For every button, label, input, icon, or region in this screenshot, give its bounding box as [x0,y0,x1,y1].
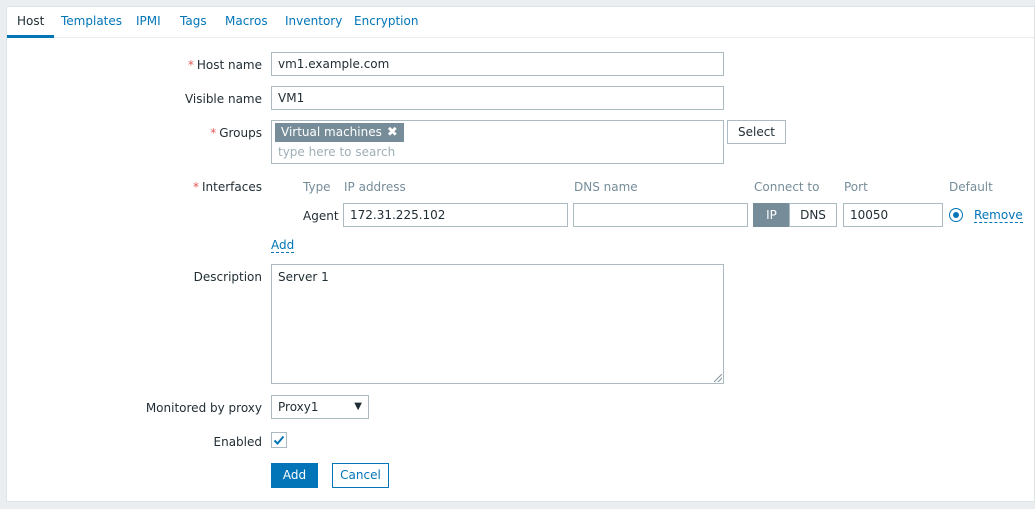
connect-ip-button[interactable]: IP [753,203,790,227]
host-name-label: * Host name [187,58,262,72]
checkmark-icon [273,435,285,445]
host-name-input[interactable]: vm1.example.com [271,52,724,76]
interface-add-link[interactable]: Add [271,239,295,253]
interfaces-header-connect: Connect to [754,180,820,194]
add-host-button[interactable]: Add [271,463,318,488]
groups-label: * Groups [210,126,262,140]
visible-name-label: Visible name [184,92,262,106]
radio-dot [953,212,959,218]
interface-remove-link[interactable]: Remove [974,209,1023,223]
interfaces-header-default: Default [949,180,993,194]
description-textarea[interactable]: Server 1 [271,264,724,384]
tab-tags[interactable]: Tags [180,7,207,38]
tab-templates[interactable]: Templates [61,7,122,38]
tab-encryption[interactable]: Encryption [354,7,418,38]
interfaces-header-ip: IP address [344,180,406,194]
tab-inventory[interactable]: Inventory [285,7,342,38]
resize-handle-icon[interactable] [714,374,722,382]
interfaces-header-dns: DNS name [574,180,638,194]
groups-search-input[interactable]: type here to search [278,145,395,159]
tab-host[interactable]: Host [7,7,55,38]
interfaces-header-type: Type [303,180,331,194]
proxy-select-value: Proxy1 [278,400,319,414]
required-marker: * [193,180,200,194]
connect-dns-button[interactable]: DNS [789,203,837,227]
interface-port-input[interactable]: 10050 [843,203,943,227]
proxy-label: Monitored by proxy [145,401,262,415]
enabled-label: Enabled [213,435,263,449]
interface-dns-input[interactable] [573,203,748,227]
tab-bar: Host Templates IPMI Tags Macros Inventor… [7,7,1034,38]
close-icon[interactable]: ✖ [387,125,398,140]
description-text: Server 1 [278,270,329,284]
groups-multiselect[interactable]: Virtual machines ✖ type here to search [271,120,724,164]
chevron-down-icon: ▼ [354,401,362,412]
visible-name-input[interactable]: VM1 [271,86,724,110]
required-marker: * [187,58,194,72]
groups-select-button[interactable]: Select [727,120,786,144]
radio-selected-icon[interactable] [949,208,963,222]
group-chip: Virtual machines ✖ [275,123,404,142]
enabled-checkbox[interactable] [271,432,287,448]
tab-macros[interactable]: Macros [225,7,268,38]
interface-type: Agent [303,209,339,223]
interface-ip-input[interactable]: 172.31.225.102 [343,203,568,227]
required-marker: * [210,126,217,140]
group-chip-label: Virtual machines [281,125,382,139]
host-form-panel: Host Templates IPMI Tags Macros Inventor… [6,6,1035,502]
tab-ipmi[interactable]: IPMI [136,7,161,38]
interfaces-header-port: Port [844,180,868,194]
description-label: Description [193,270,262,284]
cancel-button[interactable]: Cancel [332,463,389,488]
proxy-select[interactable]: Proxy1 ▼ [271,395,369,419]
interfaces-label: * Interfaces [193,180,262,194]
